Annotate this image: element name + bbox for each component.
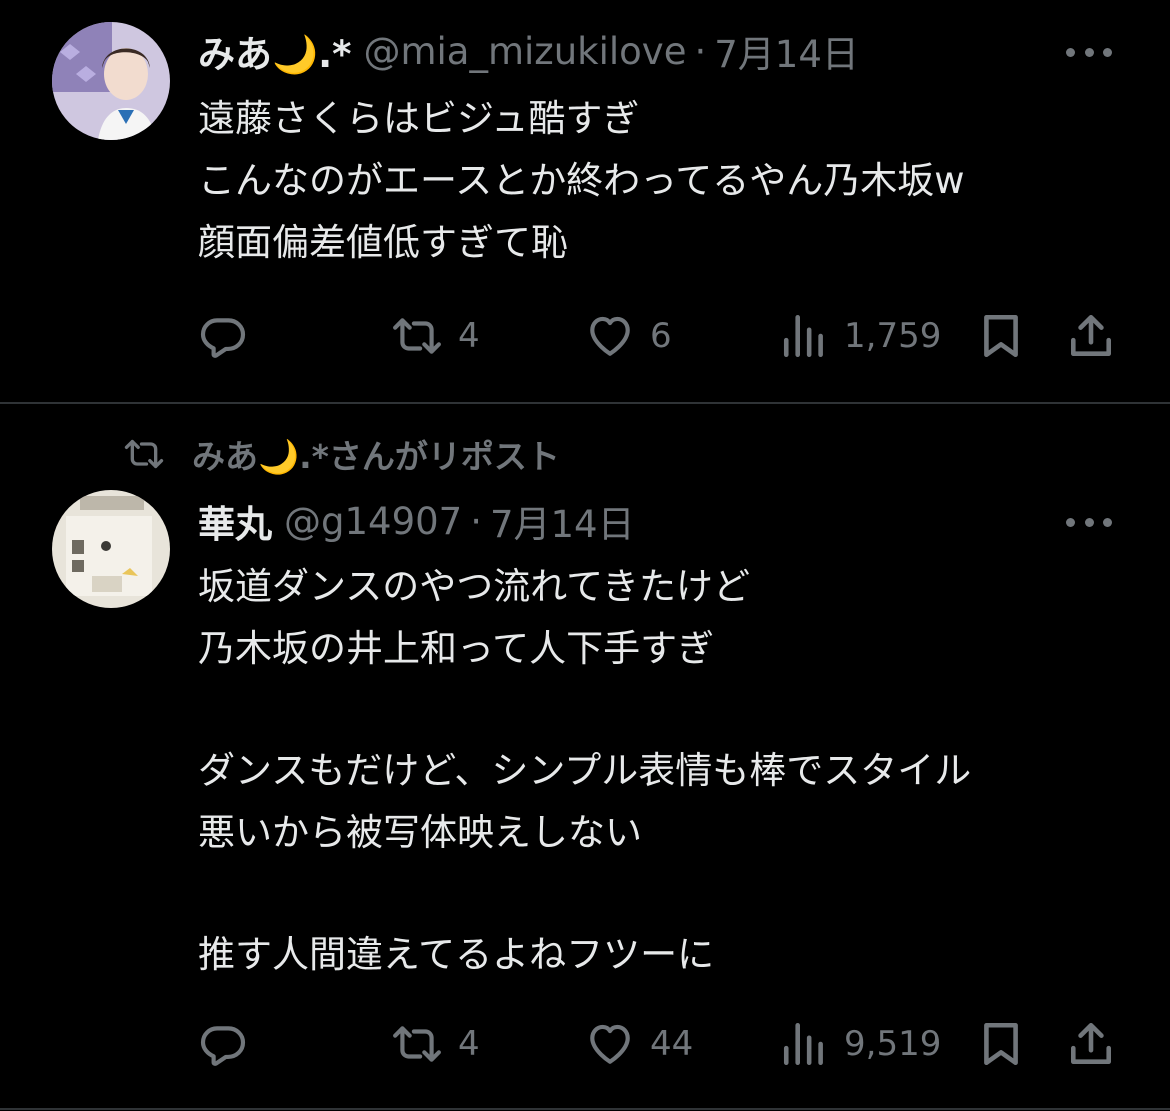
- tweet-actions: 4 44 9,519: [0, 1014, 1170, 1074]
- repost-count: 4: [458, 316, 480, 356]
- avatar[interactable]: [52, 22, 170, 140]
- handle[interactable]: @g14907: [284, 500, 462, 543]
- repost-icon: [122, 434, 166, 474]
- separator-dot: ·: [470, 499, 482, 543]
- tweet-text-line: 推す人間違えてるよねフツーに: [198, 933, 715, 976]
- tweet-header: 華丸 @g14907 · 7月14日: [198, 494, 635, 548]
- divider: [0, 1108, 1170, 1110]
- reply-icon: [198, 311, 248, 361]
- tweet-text-line: 悪いから被写体映えしない: [198, 811, 642, 854]
- tweet-actions: 4 6 1,759: [0, 306, 1170, 366]
- display-name[interactable]: みあ🌙.*: [198, 24, 351, 78]
- reposted-by-text: みあ🌙.*さんがリポスト: [192, 437, 560, 476]
- handle[interactable]: @mia_mizukilove: [363, 30, 686, 73]
- bookmark-icon: [976, 311, 1026, 361]
- repost-indicator[interactable]: みあ🌙.*さんがリポスト: [122, 430, 560, 478]
- views-button[interactable]: 1,759: [780, 306, 941, 366]
- like-count: 6: [650, 316, 672, 356]
- share-icon: [1066, 311, 1116, 361]
- avatar[interactable]: [52, 490, 170, 608]
- tweet[interactable]: 華丸 @g14907 · 7月14日 坂道ダンスのやつ流れてきたけど 乃木坂の井…: [0, 480, 1170, 1100]
- like-count: 44: [650, 1024, 694, 1064]
- view-count: 9,519: [844, 1024, 942, 1064]
- share-button[interactable]: [1066, 306, 1116, 366]
- views-icon: [780, 311, 830, 361]
- timestamp[interactable]: 7月14日: [490, 494, 635, 548]
- tweet[interactable]: みあ🌙.* @mia_mizukilove · 7月14日 遠藤さくらはビジュ酷…: [0, 0, 1170, 400]
- repost-icon: [390, 311, 444, 361]
- reply-icon: [198, 1019, 248, 1069]
- tweet-text-line: 顔面偏差値低すぎて恥: [198, 221, 568, 264]
- tweet-header: みあ🌙.* @mia_mizukilove · 7月14日: [198, 24, 859, 78]
- repost-count: 4: [458, 1024, 480, 1064]
- bookmark-icon: [976, 1019, 1026, 1069]
- tweet-text: 坂道ダンスのやつ流れてきたけど 乃木坂の井上和って人下手すぎ ダンスもだけど、シ…: [198, 556, 971, 986]
- views-button[interactable]: 9,519: [780, 1014, 941, 1074]
- tweet-text-line: 乃木坂の井上和って人下手すぎ: [198, 627, 715, 670]
- timestamp[interactable]: 7月14日: [714, 24, 859, 78]
- tweet-text-line: [198, 864, 971, 924]
- tweet-text-line: 坂道ダンスのやつ流れてきたけど: [198, 565, 751, 608]
- share-button[interactable]: [1066, 1014, 1116, 1074]
- separator-dot: ·: [694, 29, 707, 73]
- tweet-text-line: 遠藤さくらはビジュ酷すぎ: [198, 97, 640, 140]
- more-icon[interactable]: [1066, 502, 1112, 542]
- like-icon: [584, 1019, 636, 1069]
- view-count: 1,759: [844, 316, 942, 356]
- repost-button[interactable]: 4: [390, 306, 480, 366]
- divider: [0, 402, 1170, 404]
- display-name[interactable]: 華丸: [198, 494, 272, 548]
- tweet-text: 遠藤さくらはビジュ酷すぎ こんなのがエースとか終わってるやん乃木坂w 顔面偏差値…: [198, 88, 965, 274]
- bookmark-button[interactable]: [976, 1014, 1026, 1074]
- reply-button[interactable]: [198, 1014, 262, 1074]
- share-icon: [1066, 1019, 1116, 1069]
- tweet-text-line: [198, 680, 971, 740]
- bookmark-button[interactable]: [976, 306, 1026, 366]
- like-icon: [584, 311, 636, 361]
- like-button[interactable]: 6: [584, 306, 672, 366]
- tweet-text-line: こんなのがエースとか終わってるやん乃木坂w: [198, 159, 965, 202]
- more-icon[interactable]: [1066, 32, 1112, 72]
- repost-icon: [390, 1019, 444, 1069]
- like-button[interactable]: 44: [584, 1014, 693, 1074]
- views-icon: [780, 1019, 830, 1069]
- tweet-text-line: ダンスもだけど、シンプル表情も棒でスタイル: [198, 749, 972, 792]
- repost-button[interactable]: 4: [390, 1014, 480, 1074]
- reply-button[interactable]: [198, 306, 262, 366]
